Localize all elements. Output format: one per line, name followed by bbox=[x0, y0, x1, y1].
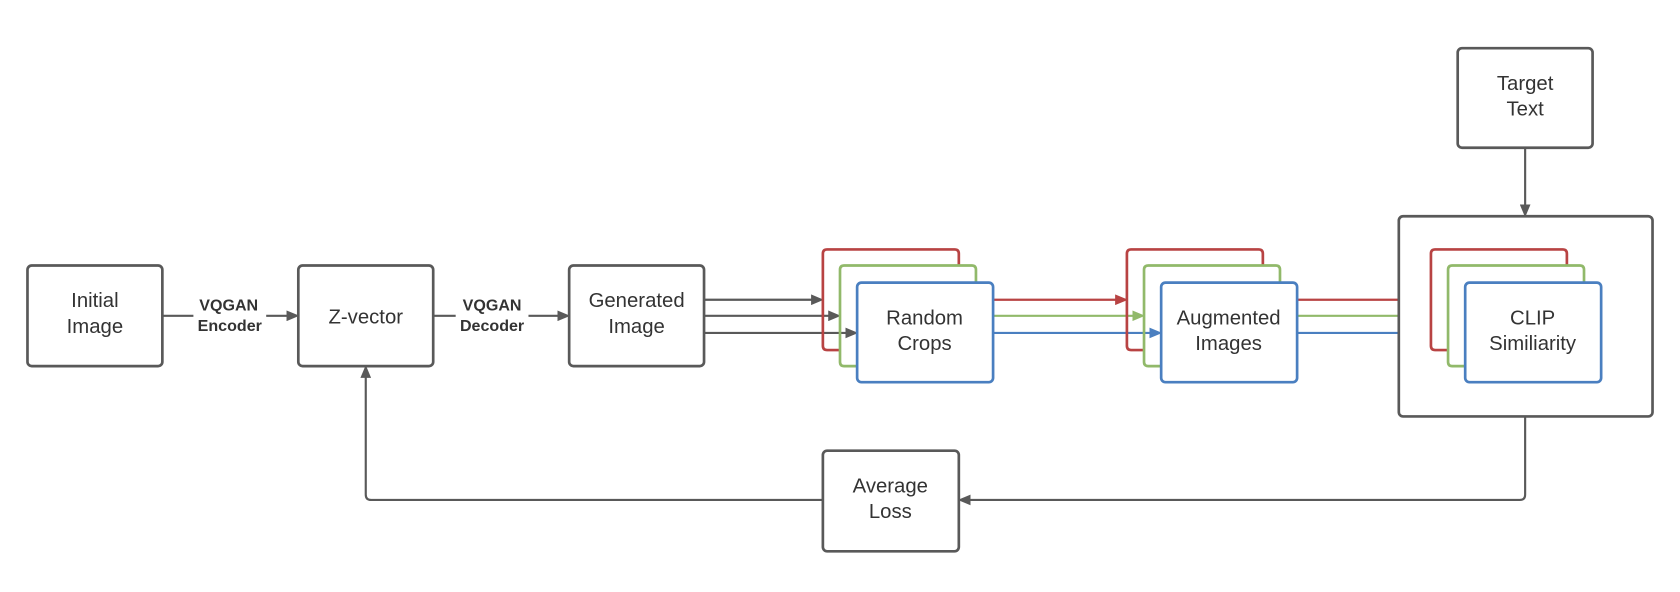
arrow-clip-to-loss bbox=[961, 416, 1527, 500]
z-vector-label: Z-vector bbox=[328, 306, 403, 328]
arrow-loss-to-z bbox=[366, 368, 823, 502]
diagram-canvas: VQGAN Encoder VQGAN Decoder Initial Image Z… bbox=[26, 46, 1654, 553]
